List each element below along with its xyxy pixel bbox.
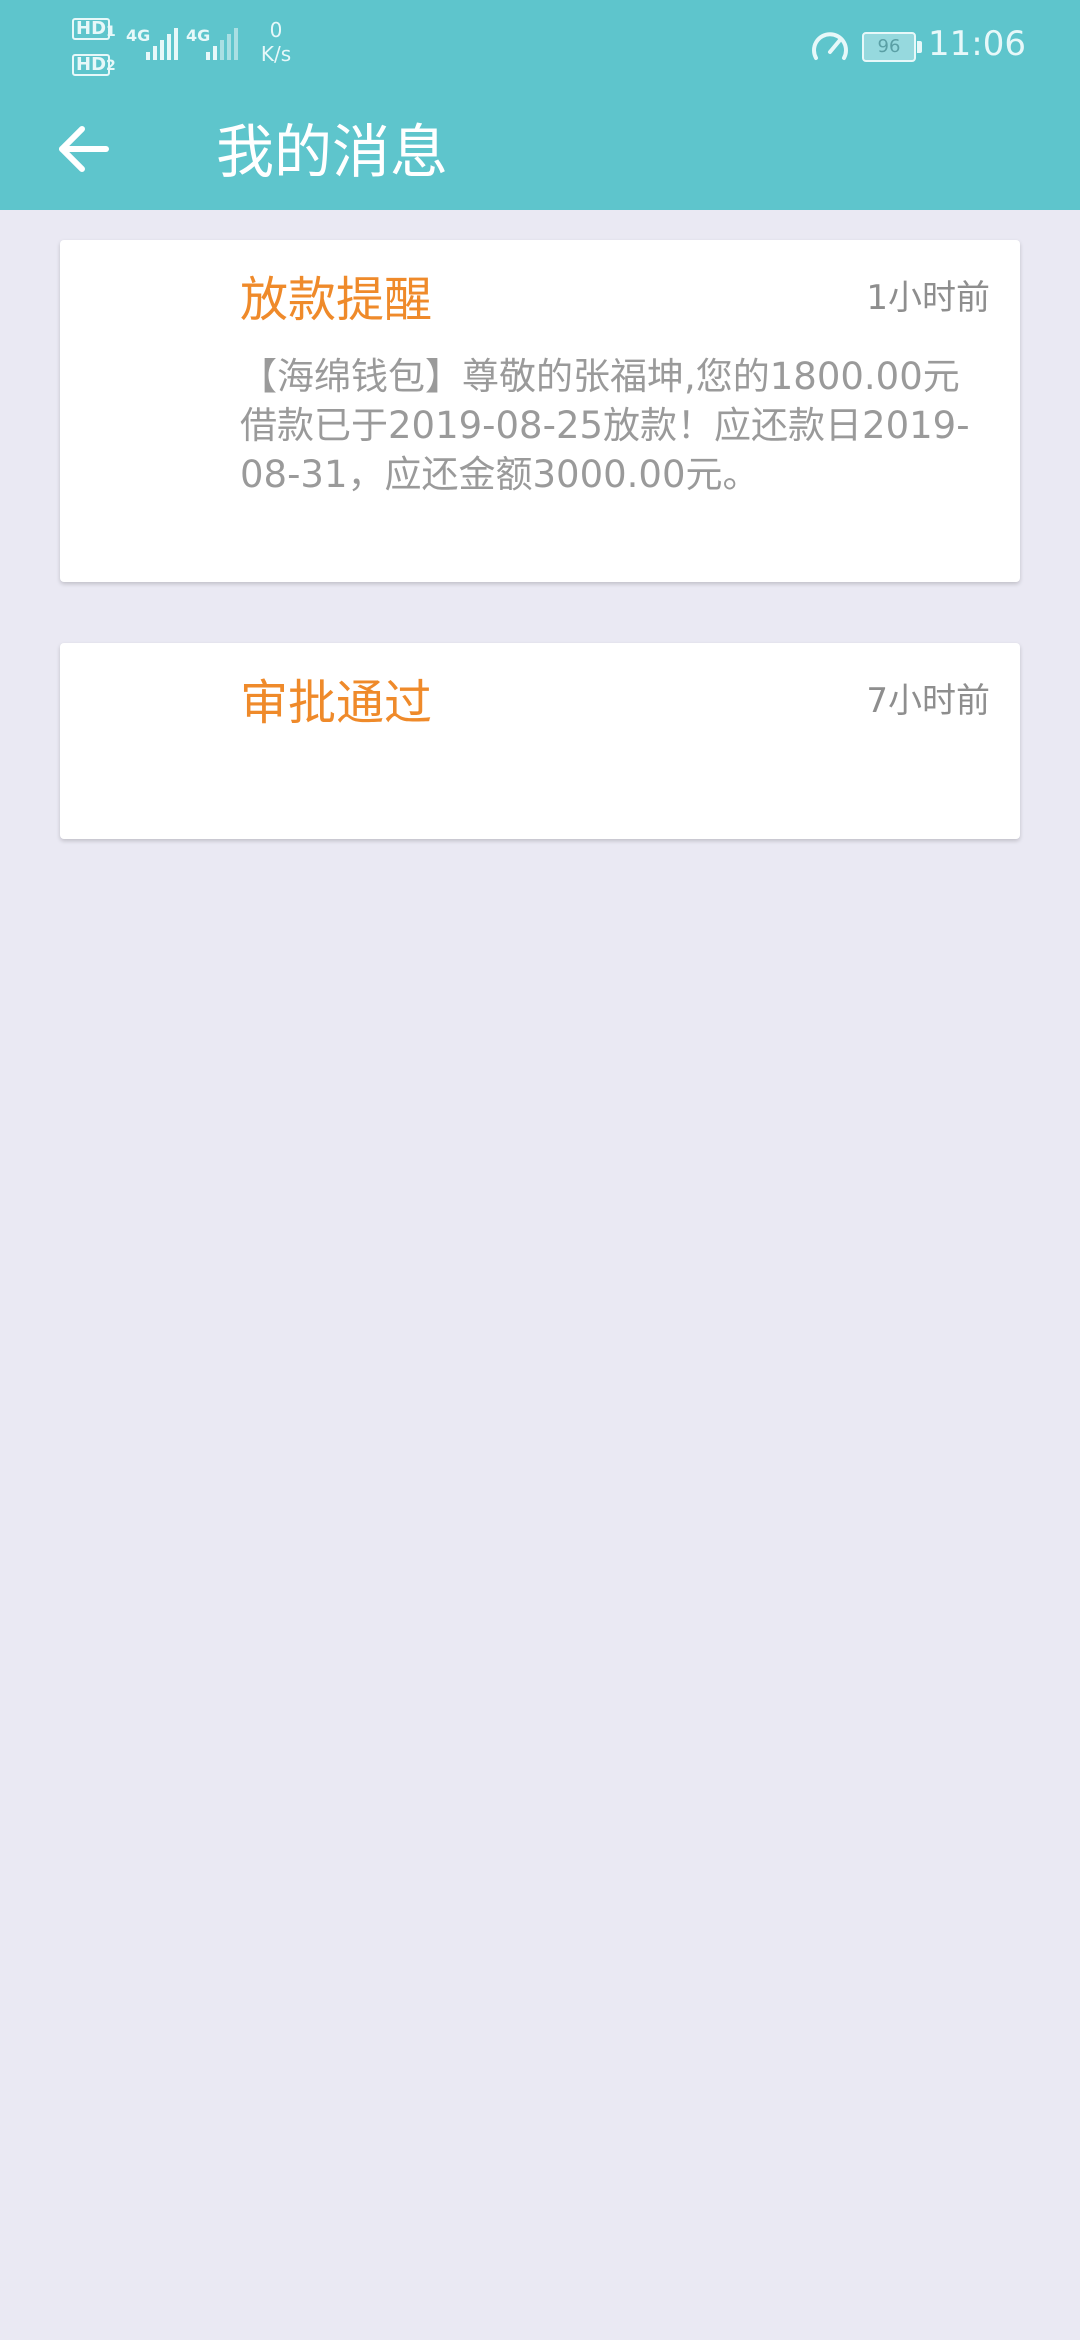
hd-badge-2: HD xyxy=(72,54,111,76)
sim-1-label: 1 xyxy=(106,24,116,40)
arrow-left-icon[interactable] xyxy=(54,119,114,179)
message-card[interactable]: 放款提醒 1小时前 【海绵钱包】尊敬的张福坤,您的1800.00元借款已于201… xyxy=(60,240,1020,582)
sim-2-label: 2 xyxy=(106,58,116,74)
message-time: 1小时前 xyxy=(866,278,990,318)
network-speed: 0 K/s xyxy=(256,18,296,66)
message-time: 7小时前 xyxy=(866,681,990,721)
network-speed-unit: K/s xyxy=(260,42,292,66)
app-bar: 我的消息 xyxy=(0,95,1080,210)
hd-badge-1: HD xyxy=(72,18,111,40)
message-title: 审批通过 xyxy=(240,675,433,731)
message-card[interactable]: 审批通过 7小时前 xyxy=(60,643,1020,839)
top-bar: HD HD 1 2 4G 4G 0 K/s 96 11:06 我的消息 xyxy=(0,0,1080,210)
speedometer-icon xyxy=(812,32,848,60)
page-title: 我的消息 xyxy=(216,118,449,186)
signal-strength-1-icon xyxy=(146,28,178,60)
clock: 11:06 xyxy=(928,24,1026,64)
battery-indicator: 96 xyxy=(862,32,922,62)
status-bar: HD HD 1 2 4G 4G 0 K/s 96 11:06 xyxy=(0,0,1080,95)
signal-strength-2-icon xyxy=(206,28,238,60)
message-body: 【海绵钱包】尊敬的张福坤,您的1800.00元借款已于2019-08-25放款！… xyxy=(240,355,970,496)
network-speed-value: 0 xyxy=(269,18,283,42)
message-title: 放款提醒 xyxy=(240,272,433,328)
